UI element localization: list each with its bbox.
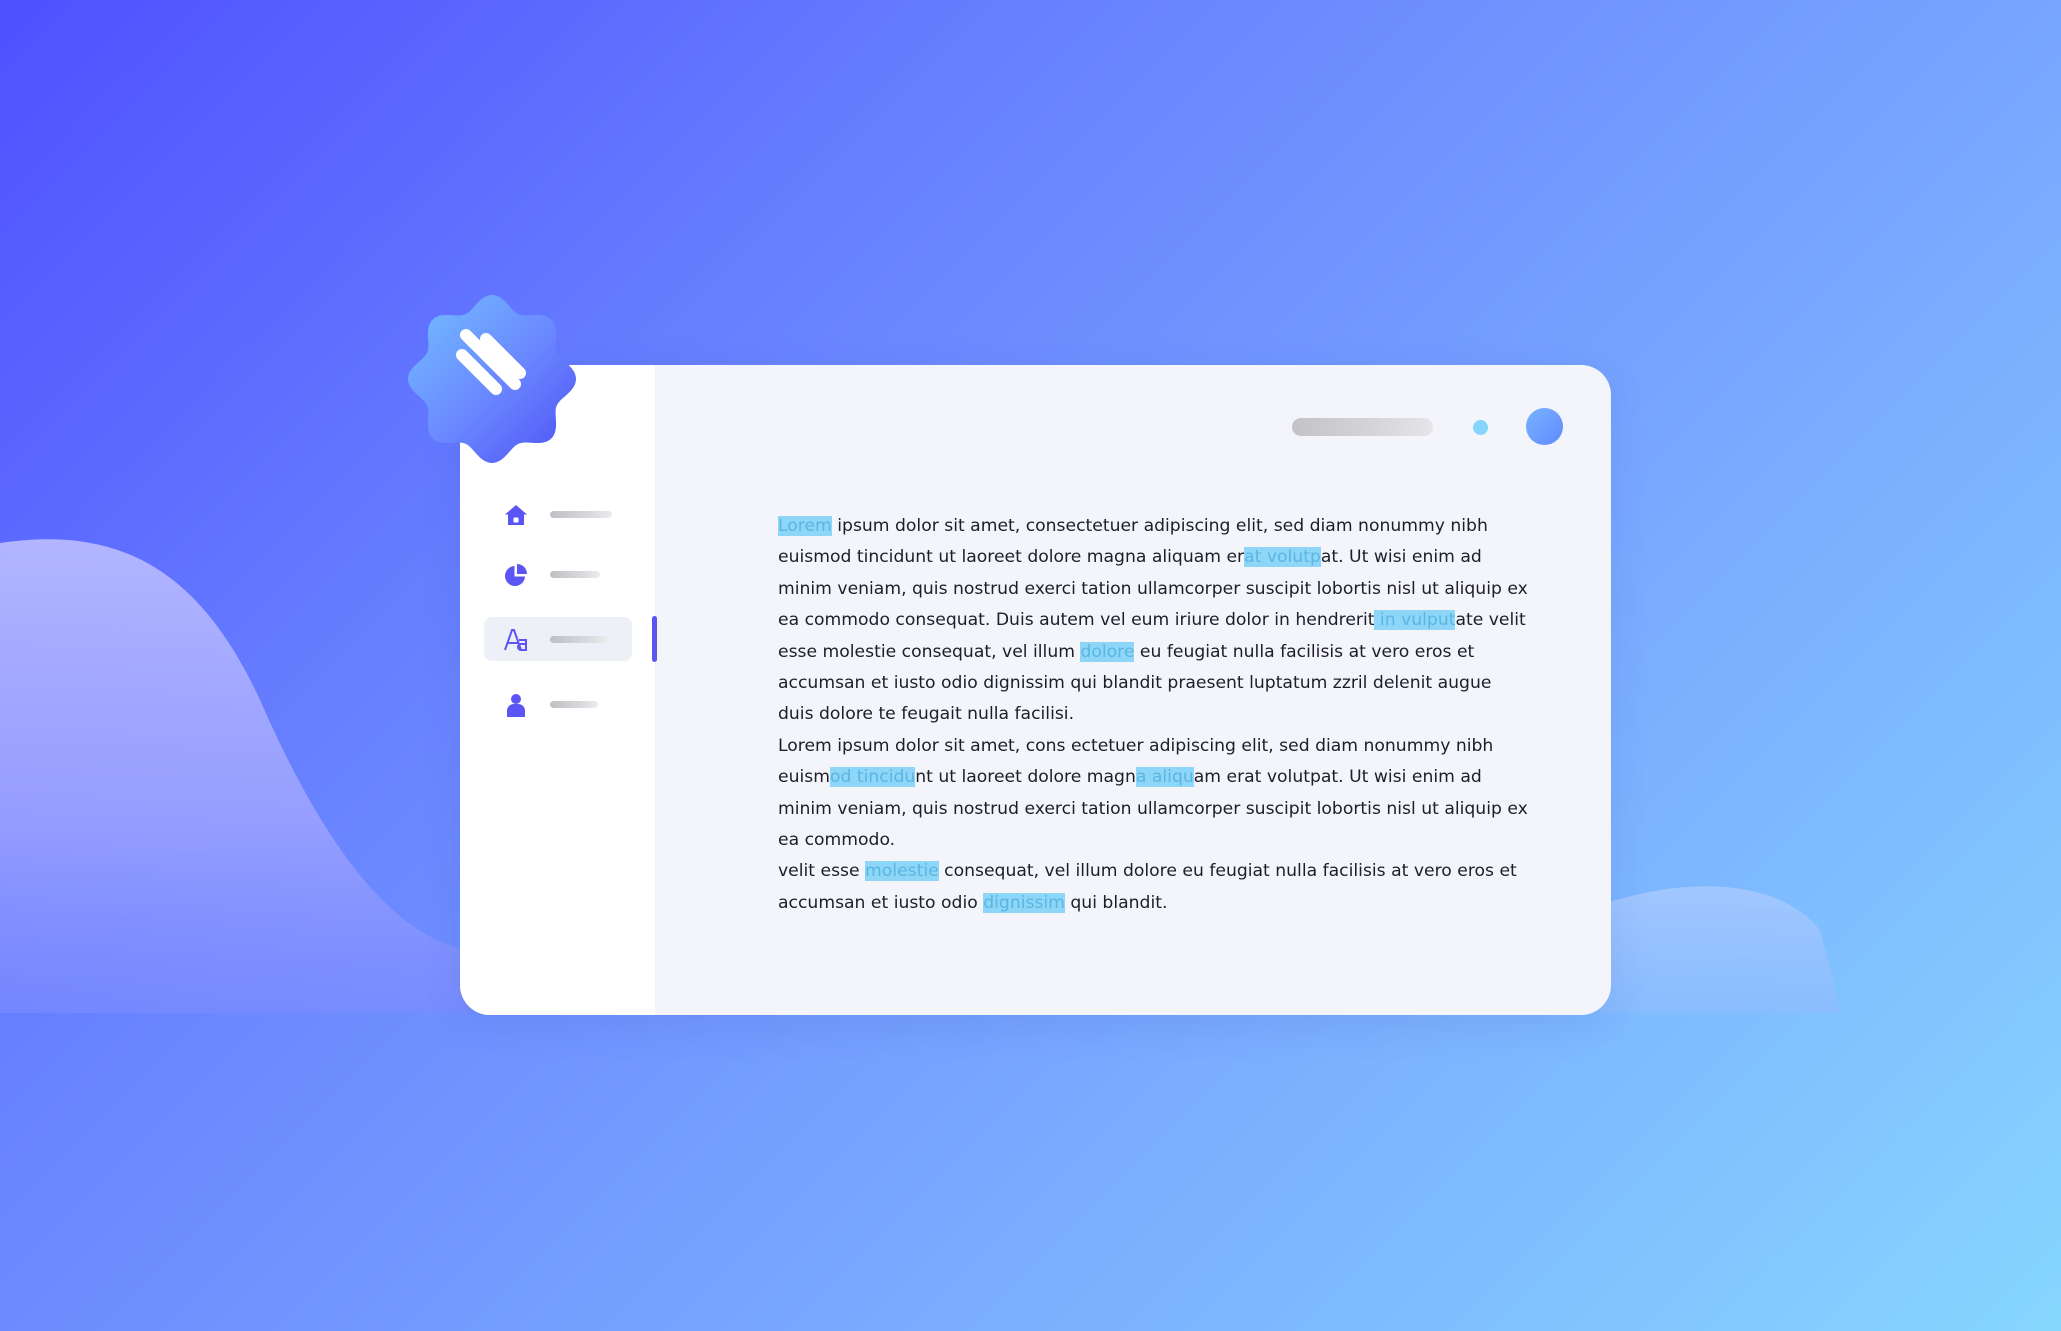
- text-run: accumsan et iusto odio: [778, 892, 984, 913]
- document-line: esse molestie consequat, vel illum dolor…: [778, 637, 1538, 668]
- sidebar-item-label: [550, 636, 608, 643]
- document-text[interactable]: Lorem ipsum dolor sit amet, consectetuer…: [778, 511, 1538, 919]
- avatar[interactable]: [1526, 408, 1563, 445]
- text-run: consequat, vel illum dolore eu feugiat n…: [938, 861, 1517, 882]
- highlighted-text: in vulput: [1374, 610, 1456, 631]
- document-line: duis dolore te feugait nulla facilisi.: [778, 699, 1538, 730]
- text-run: qui blandit.: [1064, 892, 1168, 913]
- sidebar-item-analytics[interactable]: [484, 552, 632, 596]
- text-run: euismod tincidunt ut laoreet dolore magn…: [778, 547, 1245, 568]
- highlighted-text: dignissim: [983, 892, 1065, 913]
- sidebar-item-typography[interactable]: [484, 617, 632, 661]
- sidebar-item-label: [550, 511, 612, 518]
- highlighted-text: od tincidu: [829, 767, 916, 788]
- user-icon: [507, 694, 525, 717]
- right-hill: [1600, 886, 1840, 1013]
- text-run: esse molestie consequat, vel illum: [778, 641, 1081, 662]
- active-nav-indicator: [652, 616, 657, 662]
- status-dot-icon: [1473, 420, 1488, 435]
- pie-chart-icon: [505, 564, 527, 586]
- text-run: ate velit: [1455, 610, 1526, 631]
- text-run: velit esse: [778, 861, 866, 882]
- document-line: minim veniam, quis nostrud exerci tation…: [778, 794, 1538, 825]
- left-hill: [0, 539, 470, 1013]
- text-run: ea commodo.: [778, 829, 896, 850]
- text-run: eu feugiat nulla facilisis at vero eros …: [1134, 641, 1475, 662]
- app-logo-badge: [408, 295, 576, 463]
- document-line: accumsan et iusto odio dignissim qui bla…: [778, 668, 1538, 699]
- highlighted-text: Lorem: [778, 516, 832, 536]
- home-icon: [505, 505, 527, 525]
- document-line: accumsan et iusto odio dignissim qui bla…: [778, 888, 1538, 919]
- text-run: accumsan et iusto odio dignissim qui bla…: [778, 672, 1492, 693]
- text-run: ea commodo consequat. Duis autem vel eum…: [778, 610, 1375, 631]
- font-icon: [504, 629, 527, 651]
- highlighted-text: at volutp: [1244, 547, 1321, 568]
- text-run: euism: [778, 767, 830, 788]
- document-line: ea commodo.: [778, 825, 1538, 856]
- text-run: Lorem ipsum dolor sit amet, cons ectetue…: [778, 735, 1494, 756]
- text-run: minim veniam, quis nostrud exerci tation…: [778, 798, 1528, 819]
- document-line: euismod tincidunt ut laoreet dolore magn…: [778, 762, 1538, 793]
- highlighted-text: molestie: [865, 861, 939, 882]
- search-bar[interactable]: [1292, 418, 1433, 436]
- sidebar-item-profile[interactable]: [484, 682, 632, 726]
- sidebar-item-label: [550, 571, 600, 578]
- text-run: at. Ut wisi enim ad: [1320, 547, 1482, 568]
- document-line: Lorem ipsum dolor sit amet, cons ectetue…: [778, 731, 1538, 762]
- document-line: euismod tincidunt ut laoreet dolore magn…: [778, 542, 1538, 573]
- text-run: minim veniam, quis nostrud exerci tation…: [778, 578, 1528, 599]
- document-line: minim veniam, quis nostrud exerci tation…: [778, 574, 1538, 605]
- text-run: duis dolore te feugait nulla facilisi.: [778, 704, 1075, 725]
- text-run: am erat volutpat. Ut wisi enim ad: [1193, 767, 1482, 788]
- highlighted-text: dolore: [1080, 641, 1135, 662]
- app-window: Lorem ipsum dolor sit amet, consectetuer…: [460, 365, 1611, 1015]
- document-line: Lorem ipsum dolor sit amet, consectetuer…: [778, 511, 1538, 542]
- text-run: nt ut laoreet dolore magn: [915, 767, 1136, 788]
- text-run: ipsum dolor sit amet, consectetuer adipi…: [831, 516, 1488, 536]
- sidebar-item-home[interactable]: [484, 492, 632, 536]
- document-line: velit esse molestie consequat, vel illum…: [778, 856, 1538, 887]
- highlighted-text: a aliqu: [1135, 767, 1194, 788]
- document-line: ea commodo consequat. Duis autem vel eum…: [778, 605, 1538, 636]
- three-stripes-gear-icon: [408, 295, 576, 463]
- sidebar-item-label: [550, 701, 598, 708]
